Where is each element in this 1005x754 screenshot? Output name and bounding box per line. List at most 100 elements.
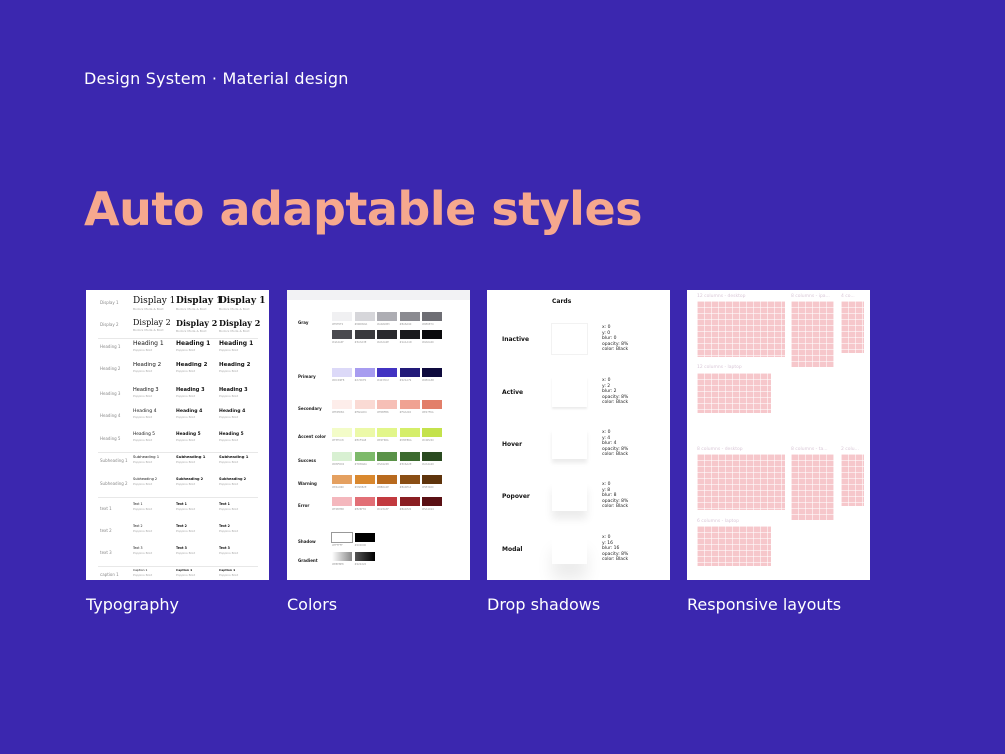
- typography-row-label: text 3: [100, 550, 112, 555]
- typography-row: Heading 5 Heading 5 Poppins Bold Heading 5P…: [86, 430, 269, 452]
- typography-sample-text: Text 2: [219, 524, 230, 528]
- typography-sample-sub: Bodoni Moda & Bold: [219, 329, 250, 333]
- typography-sample-text: Caption 1: [219, 568, 236, 572]
- typography-sample: Heading 4 Poppins Bold: [219, 409, 245, 419]
- colors-card[interactable]: Gray #F0F0F2 #D6D6DA #ADADB3 #8A8A90 #6E6E74 #…: [287, 290, 470, 580]
- typography-sample: Display 1 Bodoni Moda & Bold: [219, 296, 265, 311]
- typography-sample: Text 2 Poppins Bold: [219, 524, 238, 533]
- color-swatch-hex: #7DBA6A: [354, 463, 367, 466]
- color-swatch-hex: #D5EE6A: [399, 439, 412, 442]
- typography-sample: Heading 2 Poppins Bold: [219, 362, 250, 373]
- drop-shadows-card[interactable]: Cards Inactive x: 0 y: 0 blur: 0 opacity:…: [487, 290, 670, 580]
- color-swatch-hex: #8A4E14: [399, 486, 412, 489]
- typography-row-label: Subheading 2: [100, 481, 128, 486]
- typography-sample: Heading 5 Poppins Bold: [133, 432, 155, 442]
- layout-grid-preview: [697, 373, 771, 413]
- color-swatch: [422, 312, 442, 321]
- shadow-sample-card: [551, 323, 588, 355]
- typography-sample: Text 1 Poppins Bold: [176, 502, 195, 511]
- color-swatch: [399, 400, 420, 409]
- color-swatch-hex: #0E0A3D: [422, 379, 435, 382]
- typography-sample-text: Heading 4: [219, 409, 246, 414]
- color-swatch-hex: #FFFFFF: [332, 544, 343, 547]
- colors-card-topbar: [287, 290, 470, 300]
- shadows-title: Cards: [552, 298, 572, 305]
- typography-row-label: text 1: [100, 506, 112, 511]
- typography-sample: Heading 3 Poppins Bold: [219, 387, 248, 398]
- color-swatch: [354, 497, 375, 506]
- typography-sample-text: Subheading 1: [133, 454, 160, 459]
- responsive-layouts-card[interactable]: 12 columns - desktop 8 columns - ipa... 4 …: [687, 290, 870, 580]
- typography-row: Heading 3 Heading 3 Poppins Bold Heading 3P…: [86, 385, 269, 407]
- color-swatch-hex: #8A1E22: [399, 508, 412, 511]
- color-swatch-hex: #F6BFB6: [377, 411, 389, 414]
- typography-sample-sub: Poppins Bold: [133, 551, 153, 555]
- typography-sample: Heading 5 Poppins Bold: [176, 432, 201, 442]
- color-swatch-hex: #A79CF0: [354, 379, 367, 382]
- color-swatch: [332, 312, 352, 321]
- typography-sample-text: Heading 5: [219, 432, 244, 437]
- typography-sample-sub: Poppins Bold: [133, 438, 153, 442]
- typography-sample: Display 1 Bodoni Moda & Bold: [133, 296, 175, 311]
- color-group-label: Error: [298, 503, 310, 508]
- typography-sample: Subheading 2 Poppins Bold: [219, 477, 246, 486]
- color-swatch-hex: #E8E8E8: [332, 563, 344, 566]
- typography-sample-sub: Poppins Bold: [176, 507, 196, 511]
- typography-card[interactable]: Display 1 Display 1 Bodoni Moda & Bold Disp…: [86, 290, 269, 580]
- color-swatch-hex: #222222: [354, 563, 367, 566]
- color-swatch: [399, 330, 420, 339]
- typography-sample-text: Display 1: [219, 296, 266, 306]
- color-swatch: [354, 368, 375, 377]
- typography-row: Heading 2 Heading 2 Poppins Bold Heading 2P…: [86, 360, 269, 382]
- drop-shadows-caption: Drop shadows: [487, 595, 601, 614]
- color-swatch-hex: #5E340C: [422, 486, 434, 489]
- typography-sample-text: Text 3: [133, 546, 143, 550]
- color-swatch: [399, 312, 420, 321]
- color-swatch-hex: #D9882E: [354, 486, 367, 489]
- color-swatch: [422, 368, 442, 377]
- color-swatch: [332, 368, 352, 377]
- typography-sample: Subheading 2 Poppins Bold: [133, 477, 157, 486]
- color-swatch: [331, 532, 353, 543]
- color-swatch: [422, 497, 442, 506]
- typography-sample-text: Text 1: [219, 502, 230, 506]
- color-swatch: [354, 428, 375, 437]
- color-swatch-hex: #1A1A1D: [399, 341, 412, 344]
- color-swatch-hex: #4233C2: [377, 379, 389, 382]
- shadow-state-label: Modal: [502, 546, 523, 553]
- color-swatch: [354, 452, 375, 461]
- layout-label: 12 columns - desktop: [697, 294, 746, 299]
- color-swatch-hex: #2A4A20: [422, 463, 434, 466]
- color-swatch: [332, 552, 352, 561]
- layout-label: 6 columns - laptop: [697, 519, 739, 524]
- typography-sample-sub: Poppins Bold: [219, 438, 239, 442]
- color-swatch: [422, 330, 442, 339]
- color-swatch: [377, 452, 397, 461]
- typography-sample-sub: Poppins Bold: [176, 482, 196, 486]
- typography-sample: Heading 4 Poppins Bold: [176, 409, 202, 419]
- color-swatch: [377, 368, 397, 377]
- typography-sample: Heading 3 Poppins Bold: [133, 387, 159, 398]
- typography-sample-sub: Poppins Bold: [219, 482, 239, 486]
- typography-sample-sub: Poppins Bold: [219, 369, 239, 373]
- typography-sample-text: Heading 3: [176, 387, 205, 393]
- color-swatch-hex: #D8F0D2: [332, 463, 345, 466]
- color-group-label: Gradient: [298, 558, 318, 563]
- color-group-label: Shadow: [298, 539, 316, 544]
- typography-sample: Text 1 Poppins Bold: [219, 502, 238, 511]
- layout-grid-preview: [791, 301, 834, 367]
- color-swatch-hex: #2A2A2E: [377, 341, 389, 344]
- typography-row-label: Subheading 1: [100, 458, 128, 463]
- typography-sample: Heading 1 Poppins Bold: [133, 340, 164, 352]
- typography-sample-text: Heading 1: [133, 340, 164, 347]
- typography-caption: Typography: [86, 595, 179, 614]
- shadow-sample-card: [552, 481, 587, 511]
- typography-sample-sub: Poppins Bold: [133, 507, 153, 511]
- typography-sample-text: Display 2: [176, 318, 218, 328]
- layout-label: 4 co...: [841, 294, 855, 299]
- typography-divider: [98, 497, 258, 498]
- color-swatch: [354, 330, 375, 339]
- color-group-label: Accent color: [298, 434, 326, 439]
- typography-sample-text: Heading 2: [219, 362, 251, 368]
- typography-sample-text: Heading 1: [219, 340, 254, 347]
